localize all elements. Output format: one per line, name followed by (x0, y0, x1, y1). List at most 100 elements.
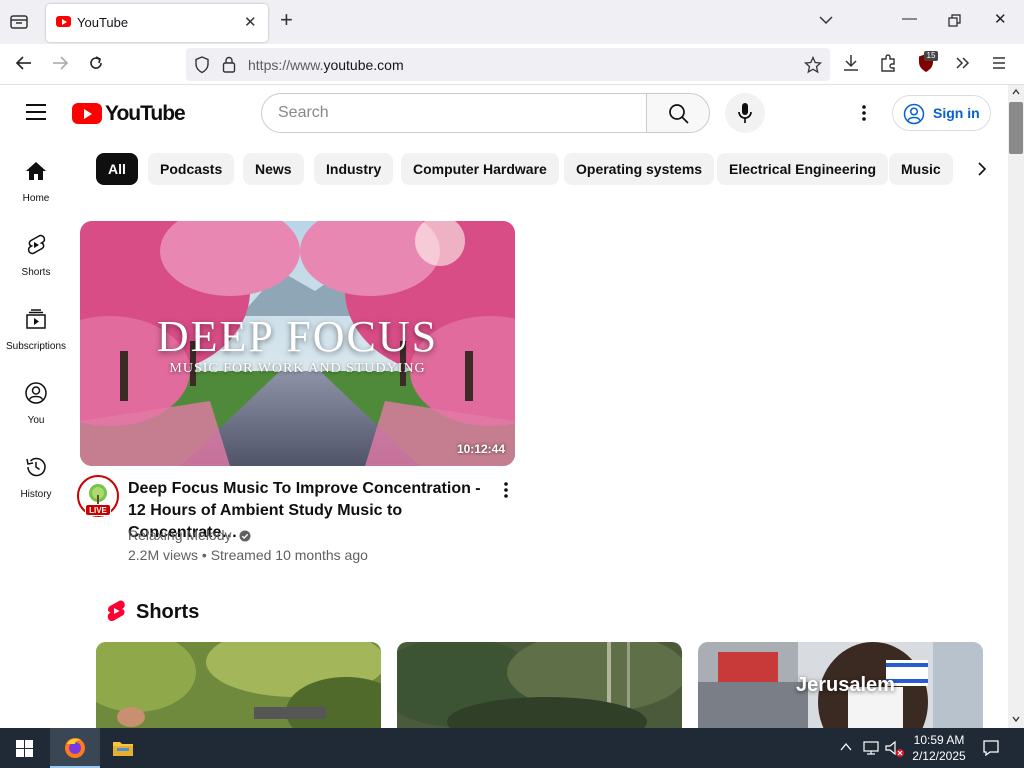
video-action-menu-icon[interactable] (500, 481, 512, 499)
video-duration-badge: 10:12:44 (456, 442, 505, 456)
windows-start-icon[interactable] (16, 740, 33, 757)
network-icon[interactable] (862, 740, 880, 756)
short-thumbnail[interactable]: Jerusalem (698, 642, 983, 732)
reload-icon[interactable] (86, 53, 106, 73)
microphone-icon (738, 103, 752, 123)
history-icon (26, 457, 46, 477)
short-thumbnail[interactable] (397, 642, 682, 732)
sidebar-item-label: Subscriptions (5, 341, 67, 352)
taskbar-clock[interactable]: 10:59 AM 2/12/2025 (905, 732, 973, 764)
scroll-up-arrow-icon[interactable] (1012, 89, 1020, 95)
show-hidden-icons-icon[interactable] (840, 742, 852, 752)
verified-check-icon (239, 530, 251, 542)
sidebar-item-subscriptions[interactable]: Subscriptions (0, 289, 72, 363)
shorts-heading: Shorts (136, 601, 200, 623)
folder-icon (113, 742, 133, 756)
extension-badge: 15 (924, 51, 938, 61)
chips-next-button[interactable] (965, 153, 1001, 185)
subscriptions-icon (26, 309, 46, 329)
sidebar-item-home[interactable]: Home (0, 141, 72, 215)
notifications-icon[interactable] (982, 739, 1000, 757)
sidebar-item-label: Shorts (21, 267, 51, 278)
shorts-logo-icon (107, 600, 125, 622)
browser-tab-bar: YouTube ✕ + — ✕ (0, 0, 1024, 44)
sidebar-item-you[interactable]: You (0, 363, 72, 437)
more-tools-chevron-icon[interactable] (954, 53, 972, 73)
chip-music[interactable]: Music (889, 153, 953, 185)
shield-icon[interactable] (194, 56, 210, 74)
app-menu-icon[interactable] (991, 53, 1007, 73)
sidebar-item-label: Home (22, 193, 50, 204)
taskbar-firefox[interactable] (50, 728, 100, 768)
minimize-button[interactable]: — (902, 10, 917, 27)
home-icon (26, 162, 46, 180)
youtube-play-logo-icon (72, 103, 102, 124)
short-thumbnail[interactable] (96, 642, 381, 732)
sign-in-button[interactable]: Sign in (892, 95, 991, 131)
search-icon (669, 104, 689, 124)
voice-search-button[interactable] (725, 93, 765, 133)
search-button[interactable] (646, 93, 710, 133)
live-badge: LIVE (85, 504, 111, 516)
chip-all[interactable]: All (96, 153, 138, 185)
user-icon (25, 382, 47, 404)
firefox-icon (65, 738, 85, 758)
url-text[interactable]: https://www.youtube.com (248, 57, 404, 73)
jungle-thumbnail-image (397, 642, 682, 732)
forest-thumbnail-image (96, 642, 381, 732)
channel-name[interactable]: Relaxing Melody (128, 527, 232, 543)
browser-nav-bar: https://www.youtube.com 15 (0, 44, 1024, 85)
short-caption: Jerusalem (796, 674, 895, 696)
tab-title: YouTube (77, 15, 129, 30)
chip-computer-hardware[interactable]: Computer Hardware (401, 153, 559, 185)
chip-industry[interactable]: Industry (314, 153, 394, 185)
tab-close-icon[interactable]: ✕ (244, 13, 257, 31)
youtube-logo-text: YouTube (105, 102, 186, 125)
sidebar-item-shorts[interactable]: Shorts (0, 215, 72, 289)
guide-menu-icon[interactable] (26, 104, 46, 125)
close-window-button[interactable]: ✕ (994, 10, 1007, 28)
chevron-right-icon (978, 162, 987, 176)
search-input[interactable] (278, 104, 618, 122)
scrollbar-thumb[interactable] (1009, 102, 1023, 154)
restore-button[interactable] (948, 14, 962, 28)
settings-kebab-icon[interactable] (862, 104, 866, 122)
page-scrollbar[interactable] (1008, 85, 1024, 728)
youtube-favicon-icon (56, 16, 71, 27)
chip-operating-systems[interactable]: Operating systems (564, 153, 715, 185)
filter-chips-bar: All Podcasts News Industry Computer Hard… (96, 153, 1001, 185)
lock-icon[interactable] (222, 56, 236, 73)
windows-taskbar: 10:59 AM 2/12/2025 (0, 728, 1024, 768)
shorts-icon (27, 234, 46, 255)
scroll-down-arrow-icon[interactable] (1012, 716, 1020, 722)
channel-name-row: Relaxing Melody (128, 527, 251, 543)
search-box[interactable] (261, 93, 647, 133)
sign-in-label: Sign in (933, 105, 980, 121)
new-tab-button[interactable]: + (280, 9, 293, 31)
browser-tab-youtube[interactable]: YouTube ✕ (46, 4, 268, 42)
account-circle-icon (903, 103, 925, 125)
back-icon[interactable] (14, 53, 34, 73)
url-prefix: https://www. (248, 57, 324, 73)
forward-icon[interactable] (50, 53, 70, 73)
youtube-header: YouTube Sign in (0, 85, 1008, 141)
address-bar[interactable]: https://www.youtube.com (186, 48, 830, 81)
thumbnail-title-text: DEEP FOCUS (156, 312, 439, 361)
bookmark-star-icon[interactable] (804, 56, 822, 74)
tab-overview-icon[interactable] (8, 12, 30, 32)
thumbnail-subtitle-text: MUSIC FOR WORK AND STUDYING (169, 361, 426, 376)
sidebar-item-history[interactable]: History (0, 437, 72, 511)
clock-time: 10:59 AM (913, 733, 965, 747)
list-all-tabs-icon[interactable] (818, 12, 834, 28)
chip-news[interactable]: News (243, 153, 304, 185)
taskbar-file-explorer[interactable] (98, 728, 148, 768)
shorts-section-heading: Shorts (106, 600, 199, 629)
sidebar-item-label: You (27, 415, 45, 426)
downloads-icon[interactable] (842, 53, 860, 73)
volume-muted-icon[interactable] (885, 740, 905, 758)
chip-electrical-engineering[interactable]: Electrical Engineering (717, 153, 889, 185)
extensions-icon[interactable] (879, 53, 897, 73)
chip-podcasts[interactable]: Podcasts (148, 153, 235, 185)
video-thumbnail[interactable]: DEEP FOCUS MUSIC FOR WORK AND STUDYING 1… (80, 221, 515, 466)
clock-date: 2/12/2025 (912, 749, 966, 763)
